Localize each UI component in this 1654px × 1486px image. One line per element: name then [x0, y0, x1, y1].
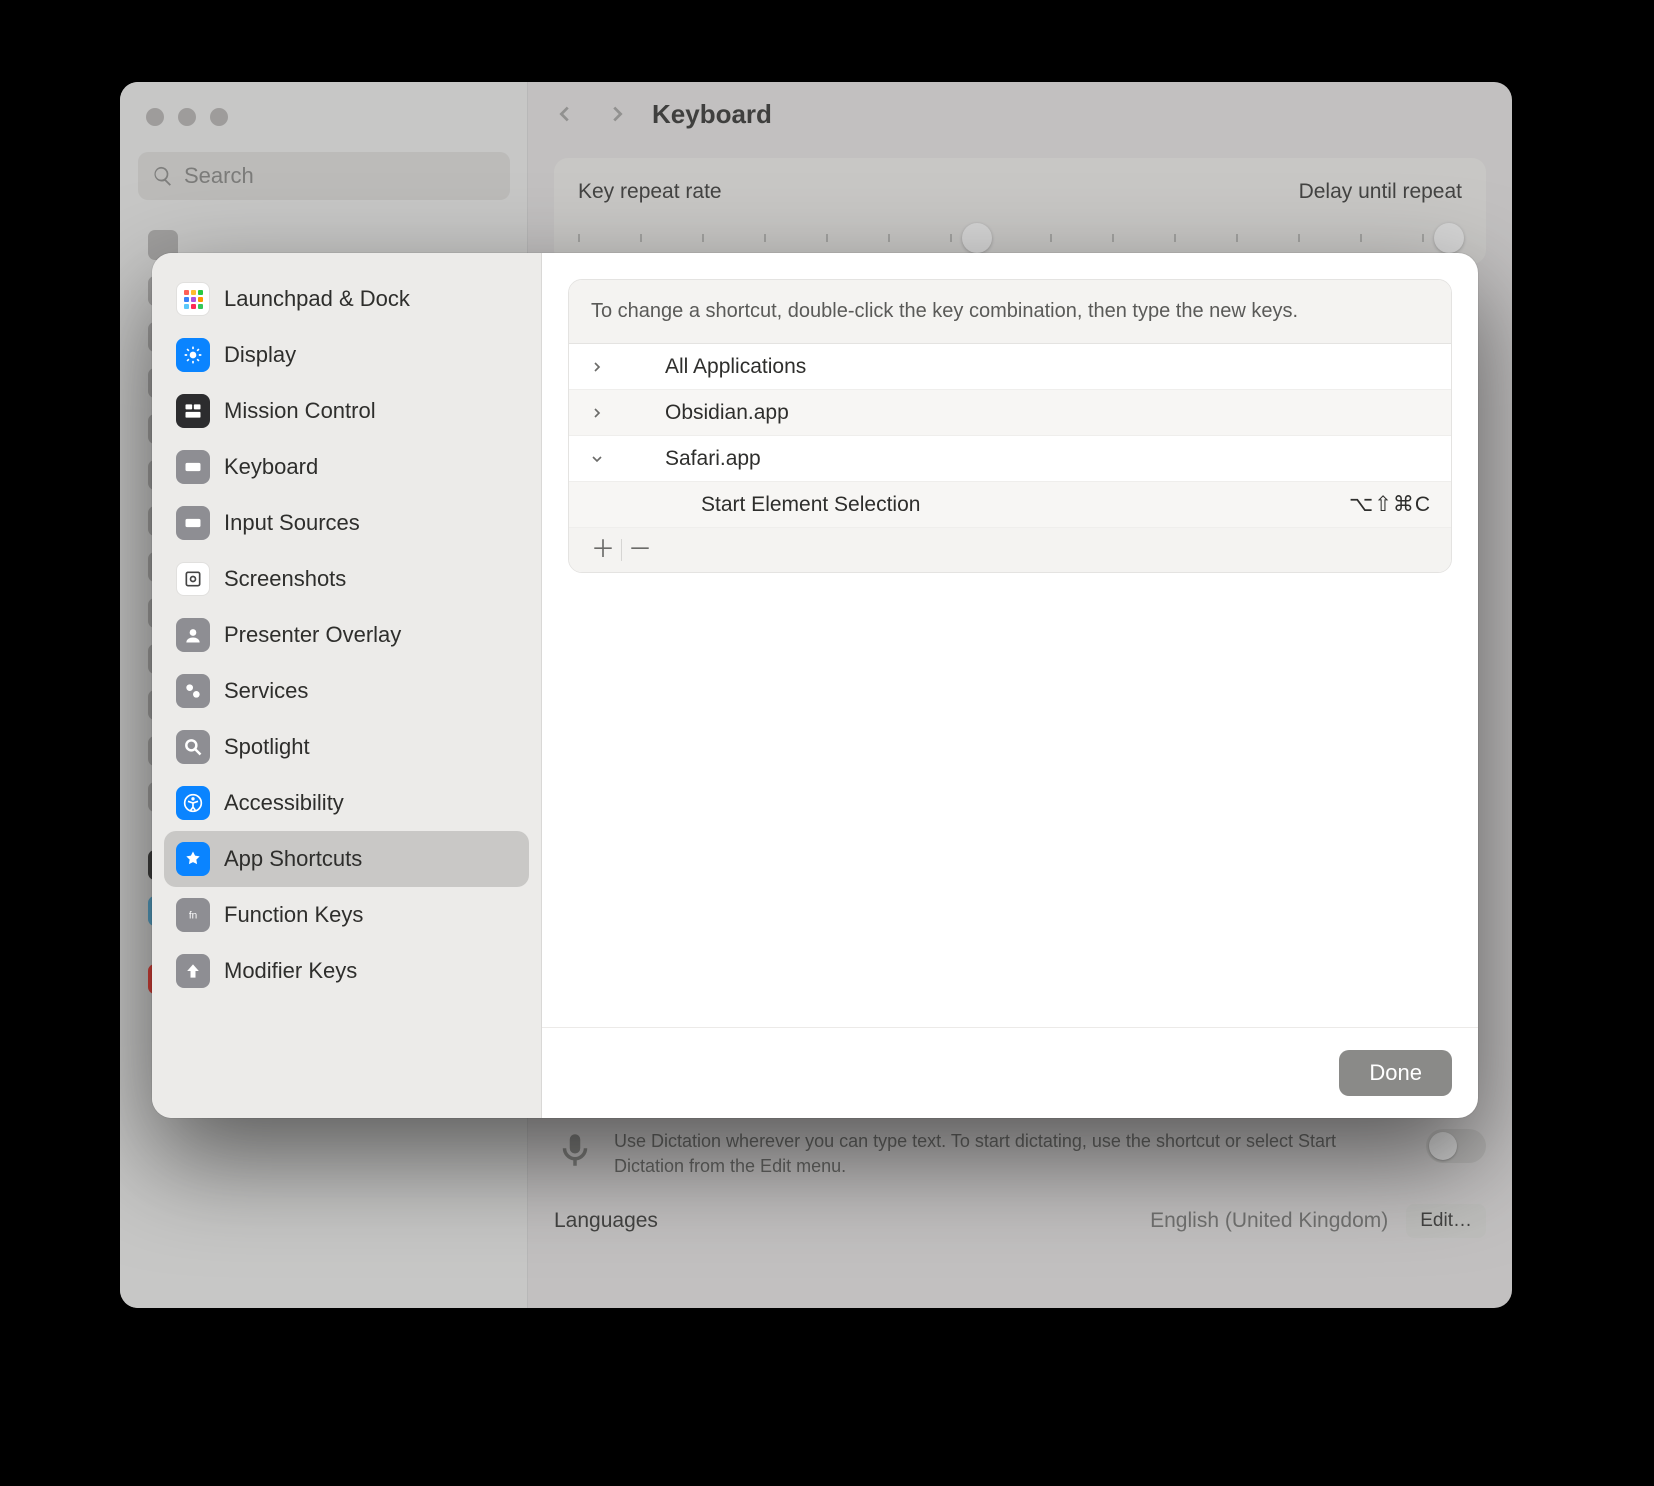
delay-until-repeat-label: Delay until repeat	[1299, 180, 1462, 204]
traffic-close	[146, 108, 164, 126]
dictation-toggle	[1426, 1129, 1486, 1163]
window-traffic-lights	[146, 108, 228, 126]
sidebar-item-label: Keyboard	[224, 454, 318, 480]
key-repeat-label: Key repeat rate	[578, 180, 722, 204]
display-icon	[176, 338, 210, 372]
sidebar-item-function-keys[interactable]: fn Function Keys	[164, 887, 529, 943]
traffic-zoom	[210, 108, 228, 126]
traffic-minimize	[178, 108, 196, 126]
shortcut-group-all-applications[interactable]: All Applications	[569, 344, 1451, 390]
sidebar-item-label: Modifier Keys	[224, 958, 357, 984]
search-input: Search	[138, 152, 510, 200]
shortcuts-list-card: To change a shortcut, double-click the k…	[568, 279, 1452, 573]
sidebar-item-label: Launchpad & Dock	[224, 286, 410, 312]
sidebar-item-label: Display	[224, 342, 296, 368]
keyboard-icon	[176, 450, 210, 484]
sidebar-item-spotlight[interactable]: Spotlight	[164, 719, 529, 775]
sidebar-item-keyboard[interactable]: Keyboard	[164, 439, 529, 495]
dictation-description: Use Dictation wherever you can type text…	[614, 1129, 1408, 1178]
sidebar-item-label: Services	[224, 678, 308, 704]
app-shortcuts-icon	[176, 842, 210, 876]
sidebar-item-modifier-keys[interactable]: Modifier Keys	[164, 943, 529, 999]
presenter-icon	[176, 618, 210, 652]
shortcut-category-sidebar: Launchpad & Dock Display Mission Control Ke…	[152, 253, 542, 1118]
sidebar-item-launchpad[interactable]: Launchpad & Dock	[164, 271, 529, 327]
add-remove-bar: ＋ －	[569, 528, 1451, 572]
sidebar-item-label: Accessibility	[224, 790, 344, 816]
shortcut-group-safari[interactable]: Safari.app	[569, 436, 1451, 482]
sidebar-item-accessibility[interactable]: Accessibility	[164, 775, 529, 831]
sidebar-item-label: Screenshots	[224, 566, 346, 592]
add-shortcut-button[interactable]: ＋	[585, 535, 621, 565]
search-placeholder: Search	[184, 163, 254, 189]
sidebar-item-app-shortcuts[interactable]: App Shortcuts	[164, 831, 529, 887]
shortcut-help-text: To change a shortcut, double-click the k…	[569, 280, 1451, 344]
sidebar-item-services[interactable]: Services	[164, 663, 529, 719]
chevron-right-icon	[606, 103, 628, 125]
keyboard-shortcuts-sheet: Launchpad & Dock Display Mission Control Ke…	[152, 253, 1478, 1118]
chevron-right-icon	[589, 359, 631, 375]
sidebar-item-label: Spotlight	[224, 734, 310, 760]
nav-back-forward	[554, 103, 628, 125]
delay-slider	[1050, 234, 1462, 242]
sidebar-item-input-sources[interactable]: Input Sources	[164, 495, 529, 551]
search-icon	[152, 165, 174, 187]
key-repeat-slider	[578, 234, 990, 242]
mission-control-icon	[176, 394, 210, 428]
sidebar-item-label: Input Sources	[224, 510, 360, 536]
launchpad-icon	[176, 282, 210, 316]
accessibility-icon	[176, 786, 210, 820]
sidebar-item-mission-control[interactable]: Mission Control	[164, 383, 529, 439]
screenshots-icon	[176, 562, 210, 596]
svg-text:fn: fn	[189, 910, 197, 921]
page-title: Keyboard	[652, 99, 772, 130]
sidebar-item-screenshots[interactable]: Screenshots	[164, 551, 529, 607]
input-sources-icon	[176, 506, 210, 540]
languages-value: English (United Kingdom)	[1150, 1209, 1388, 1233]
remove-shortcut-button[interactable]: －	[622, 535, 658, 565]
sidebar-item-label: Function Keys	[224, 902, 363, 928]
spotlight-icon	[176, 730, 210, 764]
shortcut-group-obsidian[interactable]: Obsidian.app	[569, 390, 1451, 436]
chevron-down-icon	[589, 451, 631, 467]
sidebar-item-label: Mission Control	[224, 398, 376, 424]
shortcut-key-combination[interactable]: ⌥⇧⌘C	[1349, 492, 1431, 517]
chevron-right-icon	[589, 405, 631, 421]
services-icon	[176, 674, 210, 708]
languages-edit-button: Edit…	[1406, 1204, 1486, 1238]
sidebar-item-presenter[interactable]: Presenter Overlay	[164, 607, 529, 663]
sidebar-item-display[interactable]: Display	[164, 327, 529, 383]
modifier-keys-icon	[176, 954, 210, 988]
chevron-left-icon	[554, 103, 576, 125]
microphone-icon	[554, 1129, 596, 1171]
sidebar-item-label: App Shortcuts	[224, 846, 362, 872]
function-keys-icon: fn	[176, 898, 210, 932]
sidebar-item-label: Presenter Overlay	[224, 622, 401, 648]
shortcut-item-start-element-selection[interactable]: Start Element Selection ⌥⇧⌘C	[569, 482, 1451, 528]
done-button[interactable]: Done	[1339, 1050, 1452, 1096]
languages-label: Languages	[554, 1209, 658, 1233]
